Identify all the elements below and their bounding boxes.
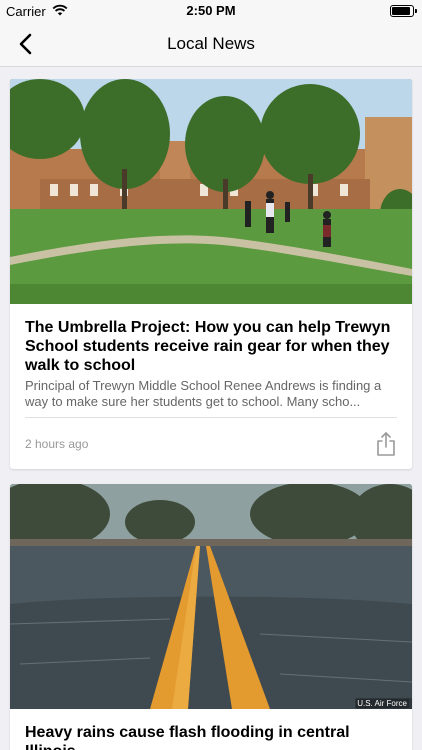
article-image[interactable] [10, 79, 412, 304]
clock: 2:50 PM [186, 3, 236, 18]
article-headline[interactable]: Heavy rains cause flash flooding in cent… [25, 723, 397, 750]
article-card[interactable]: U.S. Air Force Heavy rains cause flash f… [10, 484, 412, 750]
battery-icon [390, 5, 417, 17]
share-button[interactable] [375, 431, 397, 457]
news-feed[interactable]: The Umbrella Project: How you can help T… [0, 67, 422, 750]
navigation-bar: Local News [0, 22, 422, 67]
article-image[interactable] [10, 484, 412, 709]
status-bar: Carrier 2:50 PM [0, 0, 422, 22]
share-icon [377, 432, 395, 456]
page-title: Local News [167, 34, 255, 53]
image-credit: U.S. Air Force [355, 699, 409, 708]
divider [25, 417, 397, 418]
article-card[interactable]: The Umbrella Project: How you can help T… [10, 79, 412, 469]
article-timestamp: 2 hours ago [25, 437, 89, 451]
article-headline[interactable]: The Umbrella Project: How you can help T… [25, 318, 397, 375]
article-summary: Principal of Trewyn Middle School Renee … [25, 378, 382, 409]
